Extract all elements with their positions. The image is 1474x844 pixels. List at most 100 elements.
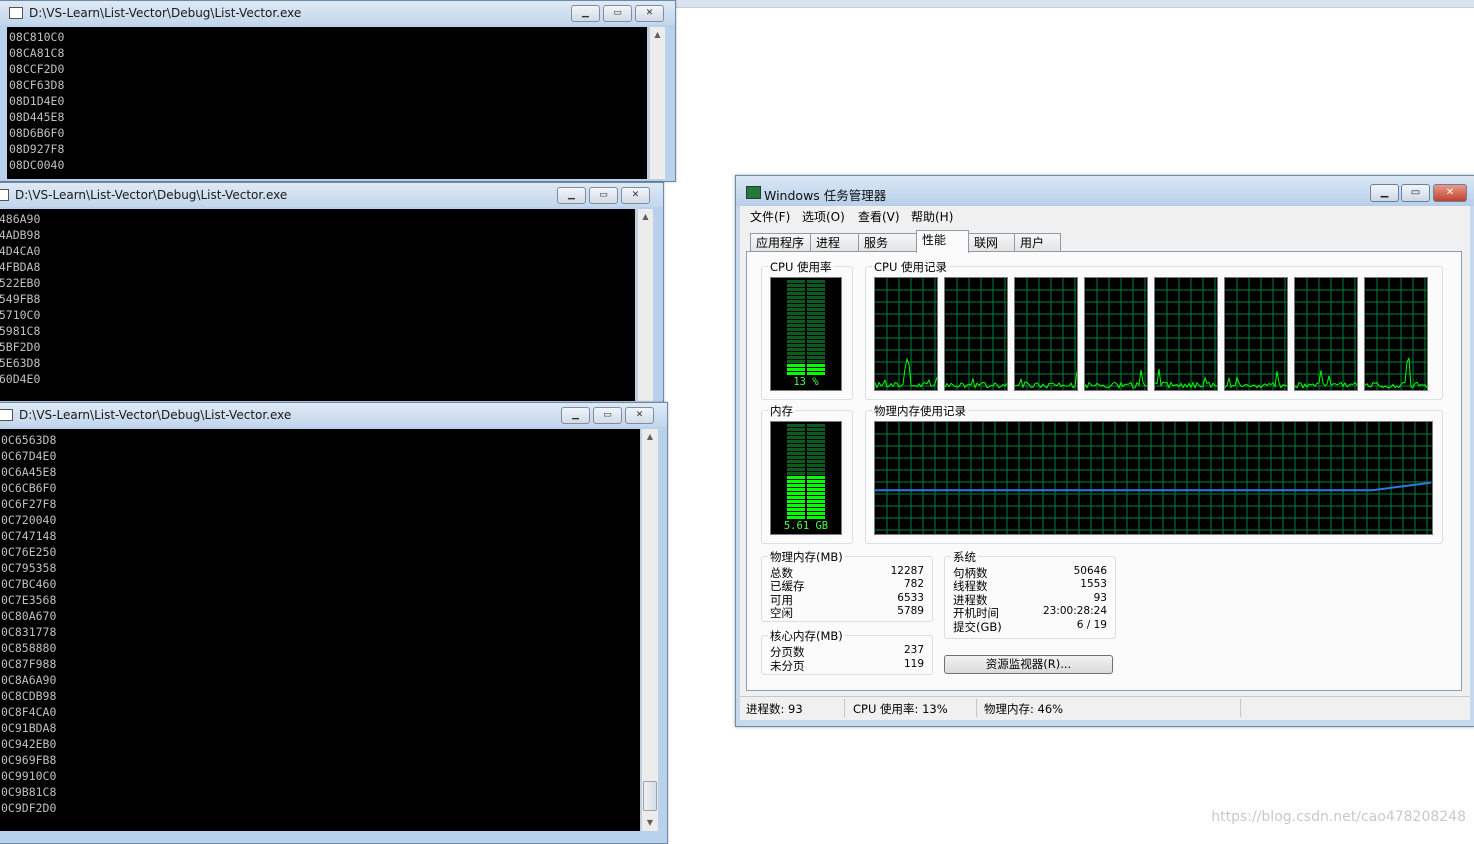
meter-segment — [807, 328, 825, 331]
console-line: 0C67D4E0 — [1, 449, 57, 463]
meter-segment — [787, 372, 805, 375]
maximize-button[interactable]: ▭ — [589, 187, 618, 204]
minimize-button[interactable]: ▁ — [571, 5, 600, 22]
meter-segment — [787, 464, 805, 467]
minimize-button[interactable]: ▁ — [557, 187, 586, 204]
console-line: 094ADB98 — [0, 228, 41, 242]
status-separator — [976, 699, 977, 717]
menu-options[interactable]: 选项(O) — [802, 208, 845, 225]
console-window-3[interactable]: D:\VS-Learn\List-Vector\Debug\List-Vecto… — [0, 402, 668, 844]
console-line: 0C76E250 — [1, 545, 57, 559]
tab-users[interactable]: 用户 — [1014, 233, 1061, 252]
minimize-button[interactable]: ▁ — [561, 407, 590, 424]
vertical-scrollbar[interactable]: ▲ ▼ — [641, 429, 658, 831]
meter-segment — [787, 456, 805, 459]
status-memory: 物理内存: 46% — [984, 702, 1064, 716]
meter-segment — [807, 428, 825, 431]
console-output[interactable]: 09486A90 094ADB98 094D4CA0 094FBDA8 09522EB0… — [0, 209, 635, 401]
cpu-usage-group: CPU 使用率 13 % — [761, 259, 853, 400]
meter-segment — [807, 464, 825, 467]
meter-segment — [807, 460, 825, 463]
console-window-1[interactable]: D:\VS-Learn\List-Vector\Debug\List-Vecto… — [0, 0, 676, 182]
resource-monitor-button[interactable]: 资源监视器(R)... — [944, 655, 1113, 674]
console-line: 0C9B81C8 — [1, 785, 57, 799]
close-button[interactable]: ✕ — [1433, 184, 1467, 202]
meter-segment — [807, 292, 825, 295]
title-bar[interactable]: D:\VS-Learn\List-Vector\Debug\List-Vecto… — [0, 1, 675, 25]
stat-row: 已缓存 782 — [770, 578, 924, 593]
scroll-up-arrow-icon[interactable]: ▲ — [650, 27, 665, 43]
console-line: 0C9DF2D0 — [1, 801, 57, 815]
title-bar[interactable]: Windows 任务管理器 ▁ ▭ ✕ — [736, 176, 1474, 206]
menu-view[interactable]: 查看(V) — [858, 208, 900, 225]
stat-row: 提交(GB) 6 / 19 — [953, 619, 1107, 634]
physical-memory-group: 物理内存(MB) 总数 12287 已缓存 782 可用 6533 空闲 5789 — [761, 549, 933, 622]
close-button[interactable]: ✕ — [621, 187, 650, 204]
memory-meter-bars — [787, 424, 825, 519]
maximize-button[interactable]: ▭ — [1401, 184, 1430, 202]
stat-row: 分页数 237 — [770, 644, 924, 659]
memory-usage-line — [875, 481, 1432, 492]
memory-history-graph — [874, 421, 1433, 535]
meter-segment — [807, 468, 825, 471]
scroll-up-arrow-icon[interactable]: ▲ — [638, 209, 653, 225]
console-output[interactable]: 08C810C0 08CA81C8 08CCF2D0 08CF63D8 08D1D4E0… — [7, 27, 647, 179]
minimize-button[interactable]: ▁ — [1370, 184, 1399, 202]
title-bar[interactable]: D:\VS-Learn\List-Vector\Debug\List-Vecto… — [0, 183, 663, 207]
meter-segment — [807, 452, 825, 455]
console-window-2[interactable]: D:\VS-Learn\List-Vector\Debug\List-Vecto… — [0, 182, 664, 404]
console-lines: 09486A90 094ADB98 094D4CA0 094FBDA8 09522EB0… — [0, 209, 635, 387]
system-group: 系统 句柄数 50646 线程数 1553 进程数 93 开机时间 23:00:28:2… — [944, 549, 1116, 639]
menu-file[interactable]: 文件(F) — [750, 208, 790, 225]
meter-segment — [807, 448, 825, 451]
tab-applications[interactable]: 应用程序 — [750, 233, 811, 252]
physical-memory-label: 物理内存(MB) — [768, 549, 845, 565]
console-line: 094D4CA0 — [0, 244, 41, 258]
meter-segment — [787, 300, 805, 303]
memory-label: 内存 — [768, 403, 795, 419]
maximize-button[interactable]: ▭ — [603, 5, 632, 22]
tab-services[interactable]: 服务 — [858, 233, 917, 252]
cpu-core-graph — [874, 277, 938, 391]
scroll-down-arrow-icon[interactable]: ▼ — [642, 815, 658, 831]
meter-segment — [807, 508, 825, 511]
cpu-usage-line — [1085, 369, 1147, 389]
meter-segment — [787, 336, 805, 339]
meter-segment — [787, 328, 805, 331]
stat-row: 句柄数 50646 — [953, 565, 1107, 580]
close-button[interactable]: ✕ — [635, 5, 664, 22]
stat-value: 6533 — [897, 592, 924, 604]
title-bar[interactable]: D:\VS-Learn\List-Vector\Debug\List-Vecto… — [0, 403, 667, 427]
task-manager-window[interactable]: Windows 任务管理器 ▁ ▭ ✕ 文件(F) 选项(O) 查看(V) 帮助… — [735, 175, 1474, 727]
tab-performance[interactable]: 性能 — [916, 230, 969, 253]
console-line: 095710C0 — [0, 308, 41, 322]
console-output[interactable]: 0C6563D8 0C67D4E0 0C6A45E8 0C6CB6F0 0C6F27F8… — [0, 429, 640, 831]
console-line: 0C795358 — [1, 561, 57, 575]
console-line: 0C7E3568 — [1, 593, 57, 607]
meter-segment — [807, 356, 825, 359]
menu-help[interactable]: 帮助(H) — [911, 208, 953, 225]
memory-history-group: 物理内存使用记录 — [865, 403, 1443, 544]
close-button[interactable]: ✕ — [625, 407, 654, 424]
stat-value: 23:00:28:24 — [1042, 605, 1107, 617]
cpu-usage-line — [1155, 368, 1217, 390]
console-line: 08DC0040 — [9, 158, 65, 172]
meter-segment — [807, 280, 825, 283]
console-line: 0C91BDA8 — [1, 721, 57, 735]
meter-segment — [787, 444, 805, 447]
maximize-button[interactable]: ▭ — [593, 407, 622, 424]
vertical-scrollbar[interactable]: ▲ — [637, 209, 653, 401]
meter-segment — [787, 428, 805, 431]
meter-segment — [807, 364, 825, 367]
meter-segment — [807, 332, 825, 335]
scroll-up-arrow-icon[interactable]: ▲ — [642, 429, 658, 445]
tab-processes[interactable]: 进程 — [810, 233, 859, 252]
cpu-core-graph — [1224, 277, 1288, 391]
vertical-scrollbar[interactable]: ▲ — [649, 27, 665, 179]
console-line: 09522EB0 — [0, 276, 41, 290]
tab-networking[interactable]: 联网 — [968, 233, 1015, 252]
console-line: 0C87F988 — [1, 657, 57, 671]
scrollbar-thumb[interactable] — [643, 781, 657, 811]
status-separator — [844, 699, 845, 717]
stat-label: 空闲 — [770, 606, 793, 620]
